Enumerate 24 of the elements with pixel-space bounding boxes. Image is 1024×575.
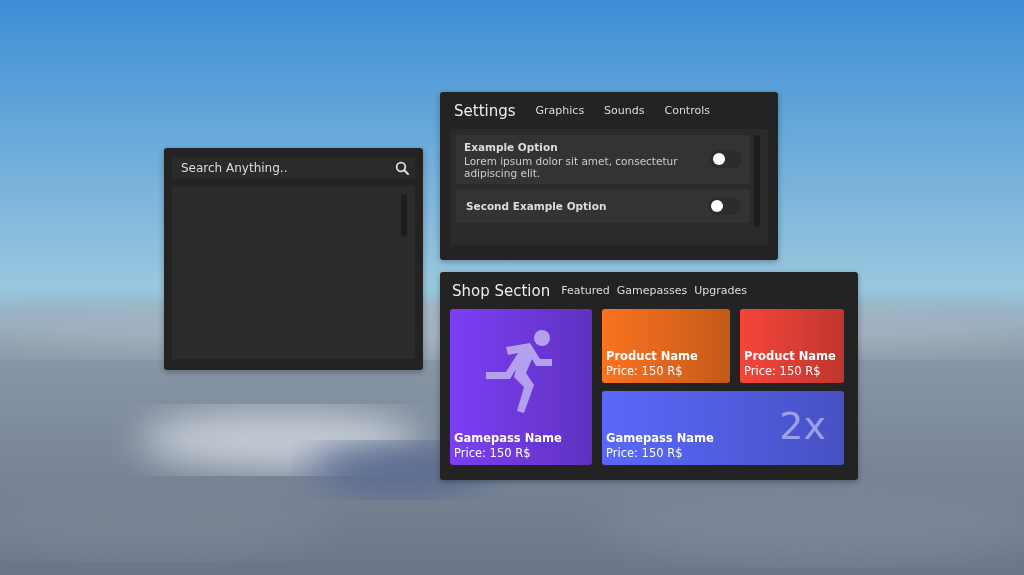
multiplier-label: 2x [779, 406, 826, 445]
item-name: Gamepass Name [454, 431, 563, 446]
search-field[interactable]: Search Anything.. [172, 157, 415, 179]
item-price: Price: 150 R$ [606, 445, 684, 462]
search-icon[interactable] [395, 161, 409, 175]
option-title: Second Example Option [466, 198, 607, 214]
tab[interactable]: Upgrades [694, 283, 747, 300]
tab[interactable]: Sounds [604, 103, 645, 120]
option-description: Lorem ipsum dolor sit amet, consectetur adipiscing elit. [464, 155, 679, 180]
item-name: Product Name [606, 349, 699, 364]
panel-title: Shop Section [452, 281, 551, 302]
tab[interactable]: Graphics [535, 103, 585, 120]
item-price: Price: 150 R$ [606, 363, 684, 380]
tab[interactable]: Gamepasses [616, 283, 688, 300]
toggle-switch[interactable] [708, 197, 740, 216]
panel-title: Settings [454, 101, 516, 122]
toggle-switch[interactable] [710, 150, 742, 169]
option-title: Example Option [464, 139, 559, 155]
item-price: Price: 150 R$ [744, 363, 822, 380]
item-name: Product Name [744, 349, 837, 364]
tab[interactable]: Controls [664, 103, 710, 120]
item-name: Gamepass Name [606, 431, 715, 446]
tab[interactable]: Featured [561, 283, 610, 300]
item-price: Price: 150 R$ [454, 445, 532, 462]
